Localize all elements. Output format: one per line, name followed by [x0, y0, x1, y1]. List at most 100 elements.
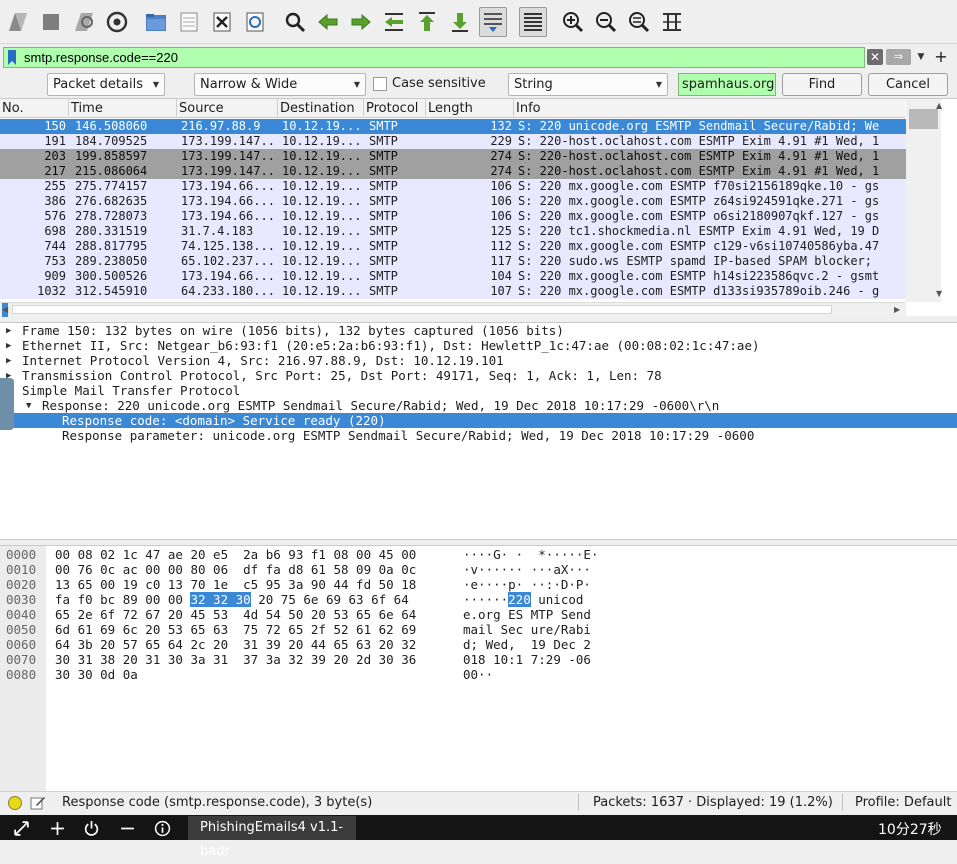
find-text-input[interactable]: spamhaus.org: [678, 73, 776, 96]
char-width-select[interactable]: Narrow & Wide ▼: [194, 73, 366, 96]
filter-bookmark-icon[interactable]: [3, 47, 20, 68]
packet-list-horizontal-scrollbar[interactable]: ◀ ▶: [0, 302, 906, 317]
scrollbar-thumb[interactable]: [909, 109, 938, 129]
search-scope-select[interactable]: Packet details ▼: [47, 73, 165, 96]
start-capture-icon[interactable]: [4, 7, 32, 37]
packet-row[interactable]: 386 276.682635 173.194.66... 10.12.19... SMT…: [0, 194, 906, 209]
packet-cell-len: 106: [490, 194, 512, 208]
open-file-icon[interactable]: [142, 7, 170, 37]
status-bar: Response code (smtp.response.code), 3 by…: [0, 791, 957, 813]
column-header-no[interactable]: No.: [0, 99, 69, 118]
last-packet-icon[interactable]: [446, 7, 474, 37]
packet-list-vertical-scrollbar[interactable]: ▲ ▼: [906, 99, 942, 302]
packet-cell-dst: 10.12.19...: [282, 134, 362, 148]
packet-cell-len: 112: [490, 239, 512, 253]
packet-row[interactable]: 698 280.331519 31.7.4.183 10.12.19... SMTP 12…: [0, 224, 906, 239]
close-file-icon[interactable]: [208, 7, 236, 37]
column-header-source[interactable]: Source: [177, 99, 278, 118]
packet-cell-dst: 10.12.19...: [282, 269, 362, 283]
recent-filters-dropdown-icon[interactable]: ▼: [914, 48, 928, 66]
power-icon[interactable]: [80, 817, 102, 839]
packet-cell-no: 1032: [37, 284, 66, 298]
ascii-bytes: ·e····p· ··:·D·P·: [463, 577, 591, 592]
minimize-icon[interactable]: [116, 817, 138, 839]
capture-options-icon[interactable]: [103, 7, 131, 37]
column-header-protocol[interactable]: Protocol: [364, 99, 426, 118]
packet-row[interactable]: 576 278.728073 173.194.66... 10.12.19... SMT…: [0, 209, 906, 224]
tree-item-response[interactable]: ▼ Response: 220 unicode.org ESMTP Sendma…: [0, 398, 957, 413]
packet-row[interactable]: 1032 312.545910 64.233.180... 10.12.19... SM…: [0, 284, 906, 299]
tree-item-response-code[interactable]: Response code: <domain> Service ready (2…: [0, 413, 957, 428]
hex-segment: 20 75 6e 69 63 6f 64: [250, 592, 409, 607]
go-to-packet-icon[interactable]: [380, 7, 408, 37]
expand-arrow-icon[interactable]: ▶: [6, 339, 11, 354]
tree-item-response-parameter[interactable]: Response parameter: unicode.org ESMTP Se…: [0, 428, 957, 443]
cancel-button[interactable]: Cancel: [868, 73, 948, 96]
tree-item-smtp[interactable]: Simple Mail Transfer Protocol: [0, 383, 957, 398]
scroll-right-icon[interactable]: ▶: [894, 303, 900, 317]
hex-offset: 0020: [6, 577, 37, 592]
expert-info-indicator-icon[interactable]: [8, 796, 22, 810]
side-dock-handle[interactable]: [0, 378, 14, 430]
column-header-length[interactable]: Length: [426, 99, 514, 118]
apply-filter-icon[interactable]: ⇒: [886, 49, 911, 65]
add-icon[interactable]: [46, 817, 68, 839]
hex-group: 75 72 65 2f 52 61 62 69: [243, 622, 417, 637]
restart-capture-icon[interactable]: [70, 7, 98, 37]
packet-cell-dst: 10.12.19...: [282, 209, 362, 223]
column-header-time[interactable]: Time: [69, 99, 177, 118]
packet-row[interactable]: 203 199.858597 173.199.147... 10.12.19... SM…: [0, 149, 906, 164]
column-header-info[interactable]: Info: [514, 99, 905, 118]
search-type-select[interactable]: String ▼: [508, 73, 668, 96]
auto-scroll-icon[interactable]: [479, 7, 507, 37]
find-button[interactable]: Find: [782, 73, 862, 96]
scroll-down-icon[interactable]: ▼: [936, 289, 942, 298]
normal-size-icon[interactable]: [625, 7, 653, 37]
reload-file-icon[interactable]: [241, 7, 269, 37]
resize-columns-icon[interactable]: [658, 7, 686, 37]
packet-cell-time: 300.500526: [75, 269, 148, 283]
info-icon[interactable]: [151, 817, 173, 839]
hex-bytes: 30 31 38 20 31 30 3a 31 37 3a 32 39 20 2…: [55, 652, 416, 667]
zoom-in-icon[interactable]: [559, 7, 587, 37]
packet-row[interactable]: 217 215.086064 173.199.147... 10.12.19... SM…: [0, 164, 906, 179]
fullscreen-icon[interactable]: [10, 817, 32, 839]
tree-item-tcp[interactable]: ▶ Transmission Control Protocol, Src Por…: [0, 368, 957, 383]
column-header-destination[interactable]: Destination: [278, 99, 364, 118]
save-file-icon[interactable]: [175, 7, 203, 37]
find-packet-icon[interactable]: [281, 7, 309, 37]
profile-switcher[interactable]: Profile: Default: [855, 795, 951, 810]
expand-arrow-icon[interactable]: ▶: [6, 354, 11, 369]
case-sensitive-checkbox[interactable]: [373, 77, 387, 91]
packet-row[interactable]: 744 288.817795 74.125.138... 10.12.19... SMT…: [0, 239, 906, 254]
packet-cell-proto: SMTP: [369, 194, 398, 208]
packet-cell-src: 173.199.147...: [181, 149, 277, 163]
packet-row[interactable]: 909 300.500526 173.194.66... 10.12.19... SMT…: [0, 269, 906, 284]
first-packet-icon[interactable]: [413, 7, 441, 37]
packet-row[interactable]: 753 289.238050 65.102.237... 10.12.19... SMT…: [0, 254, 906, 269]
display-filter-input[interactable]: [3, 47, 865, 68]
packet-row[interactable]: 150 146.508060 216.97.88.9 10.12.19... SMTP 1…: [0, 119, 906, 134]
collapse-arrow-icon[interactable]: ▼: [26, 399, 31, 414]
add-filter-button-icon[interactable]: +: [932, 47, 950, 67]
zoom-out-icon[interactable]: [592, 7, 620, 37]
display-filter-bar: ✕ ⇒ ▼ +: [0, 46, 957, 70]
packet-cell-len: 104: [490, 269, 512, 283]
colorize-icon[interactable]: [519, 7, 547, 37]
go-back-icon[interactable]: [314, 7, 342, 37]
packet-row[interactable]: 191 184.709525 173.199.147... 10.12.19... SM…: [0, 134, 906, 149]
expand-arrow-icon[interactable]: ▶: [6, 324, 11, 339]
clear-filter-icon[interactable]: ✕: [867, 49, 883, 65]
packet-row[interactable]: 255 275.774157 173.194.66... 10.12.19... SMT…: [0, 179, 906, 194]
scroll-left-icon[interactable]: ◀: [2, 303, 9, 317]
capture-comment-icon[interactable]: [30, 795, 46, 811]
packet-cell-info: S: 220-host.oclahost.com ESMTP Exim 4.91…: [518, 164, 880, 178]
stop-capture-icon[interactable]: [37, 7, 65, 37]
scrollbar-thumb[interactable]: [12, 305, 832, 314]
tree-item-ethernet[interactable]: ▶ Ethernet II, Src: Netgear_b6:93:f1 (20…: [0, 338, 957, 353]
go-forward-icon[interactable]: [347, 7, 375, 37]
tree-item-ipv4[interactable]: ▶ Internet Protocol Version 4, Src: 216.…: [0, 353, 957, 368]
tree-item-frame[interactable]: ▶ Frame 150: 132 bytes on wire (1056 bit…: [0, 323, 957, 338]
system-taskbar: PhishingEmails4 v1.1-badr 10分27秒: [0, 815, 957, 859]
taskbar-app-wireshark[interactable]: PhishingEmails4 v1.1-badr: [188, 816, 356, 859]
